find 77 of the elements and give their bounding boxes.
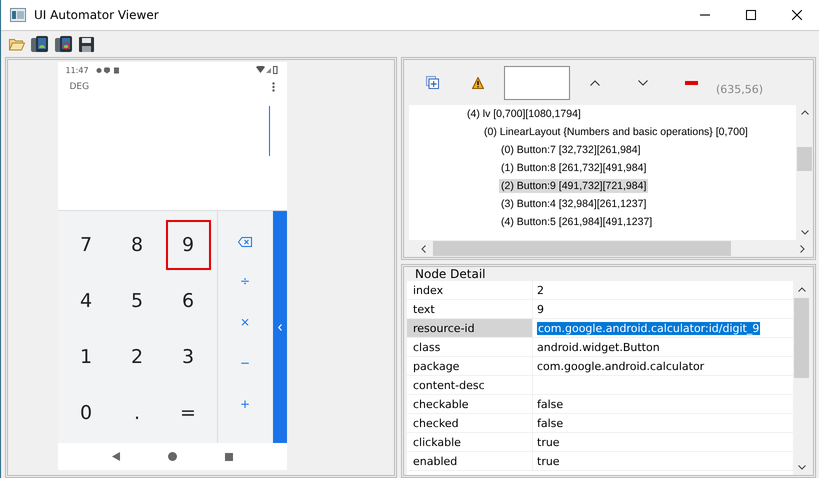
close-icon[interactable] — [792, 10, 802, 20]
property-name[interactable]: package — [407, 357, 533, 375]
calculator-key: 2 — [114, 332, 160, 382]
property-name[interactable]: checkable — [407, 395, 533, 413]
text-cursor — [268, 106, 270, 156]
property-value: false — [537, 416, 564, 430]
scroll-right-icon[interactable] — [800, 244, 805, 252]
recents-icon — [224, 452, 232, 460]
scrollbar-thumb[interactable] — [797, 147, 812, 171]
tree-item[interactable]: (4) Button:5 [261,984][491,1237] — [499, 215, 654, 229]
operator-key: × — [240, 314, 250, 329]
home-icon — [168, 452, 176, 461]
device-compressed-icon[interactable] — [55, 36, 73, 52]
warning-icon[interactable] — [472, 76, 484, 88]
cursor-coordinates: (635,56) — [716, 83, 764, 96]
scroll-up-icon[interactable] — [798, 287, 806, 292]
property-name[interactable]: clickable — [407, 433, 533, 451]
property-value: com.google.android.calculator — [537, 360, 704, 372]
tree-item[interactable]: (2) Button:9 [491,732][721,984] — [499, 179, 648, 193]
operator-key: ÷ — [240, 274, 250, 288]
tree-item[interactable]: (1) Button:8 [261,732][491,984] — [499, 161, 648, 175]
scroll-down-icon[interactable] — [798, 465, 806, 470]
calculator-key: 1 — [64, 332, 108, 382]
property-value: true — [537, 454, 560, 468]
tree-item[interactable]: (3) Button:4 [32,984][261,1237] — [499, 197, 648, 211]
panel-title: Node Detail — [415, 267, 486, 281]
chevron-left-icon — [278, 324, 282, 330]
signal-battery-icons — [256, 66, 278, 74]
calculator-key: 7 — [64, 220, 108, 270]
property-value: 9 — [537, 302, 544, 316]
scrollbar-thumb[interactable] — [433, 241, 731, 256]
window-title: UI Automator Viewer — [34, 8, 159, 22]
property-value: true — [537, 436, 560, 448]
tree-item[interactable]: (4) lv [0,700][1080,1794] — [465, 107, 583, 121]
scrollbar-thumb[interactable] — [794, 298, 809, 378]
calculator-key: 0 — [64, 388, 108, 438]
status-time: 11:47 — [66, 66, 89, 74]
caret-down-icon[interactable] — [638, 80, 648, 86]
app-icon — [10, 8, 26, 22]
property-name[interactable]: index — [407, 281, 533, 299]
calculator-key: 8 — [114, 220, 160, 270]
property-name[interactable]: content-desc — [407, 376, 533, 394]
property-value: android.widget.Button — [537, 340, 660, 354]
backspace-icon — [238, 236, 252, 247]
device-screenshot-icon[interactable] — [31, 36, 49, 52]
operator-key: − — [240, 356, 250, 370]
property-value: 2 — [537, 284, 544, 296]
calculator-key: 6 — [166, 276, 210, 326]
folder-icon[interactable] — [9, 37, 25, 51]
property-name[interactable]: checked — [407, 414, 533, 432]
minus-icon[interactable] — [685, 80, 698, 84]
calculator-key: 4 — [64, 276, 108, 326]
back-icon — [112, 452, 120, 461]
property-name[interactable]: class — [407, 338, 533, 356]
operator-key: + — [240, 397, 250, 412]
property-name[interactable]: enabled — [407, 452, 533, 470]
property-value: false — [537, 398, 564, 410]
save-icon[interactable] — [79, 36, 94, 52]
tree-item[interactable]: (0) LinearLayout {Numbers and basic operations} [0,700] — [482, 125, 750, 139]
filter-field[interactable] — [504, 66, 570, 100]
more-icon — [272, 82, 274, 92]
scroll-down-icon[interactable] — [800, 230, 808, 235]
calculator-key: 9 — [166, 220, 210, 270]
tree-item[interactable]: (0) Button:7 [32,732][261,984] — [499, 143, 643, 157]
scroll-left-icon[interactable] — [421, 244, 426, 252]
calculator-key: 3 — [166, 332, 210, 382]
maximize-icon[interactable] — [746, 10, 756, 20]
calculator-key: 5 — [114, 276, 160, 326]
scroll-up-icon[interactable] — [800, 110, 808, 115]
calculator-key: . — [114, 388, 160, 438]
expand-all-icon[interactable] — [426, 76, 439, 89]
property-value: com.google.android.calculator:id/digit_9 — [537, 322, 760, 334]
caret-up-icon[interactable] — [590, 80, 600, 86]
calculator-key: = — [166, 388, 210, 438]
property-name[interactable]: resource-id — [407, 319, 533, 337]
property-name[interactable]: text — [407, 300, 533, 318]
angle-mode-label: DEG — [70, 82, 90, 92]
